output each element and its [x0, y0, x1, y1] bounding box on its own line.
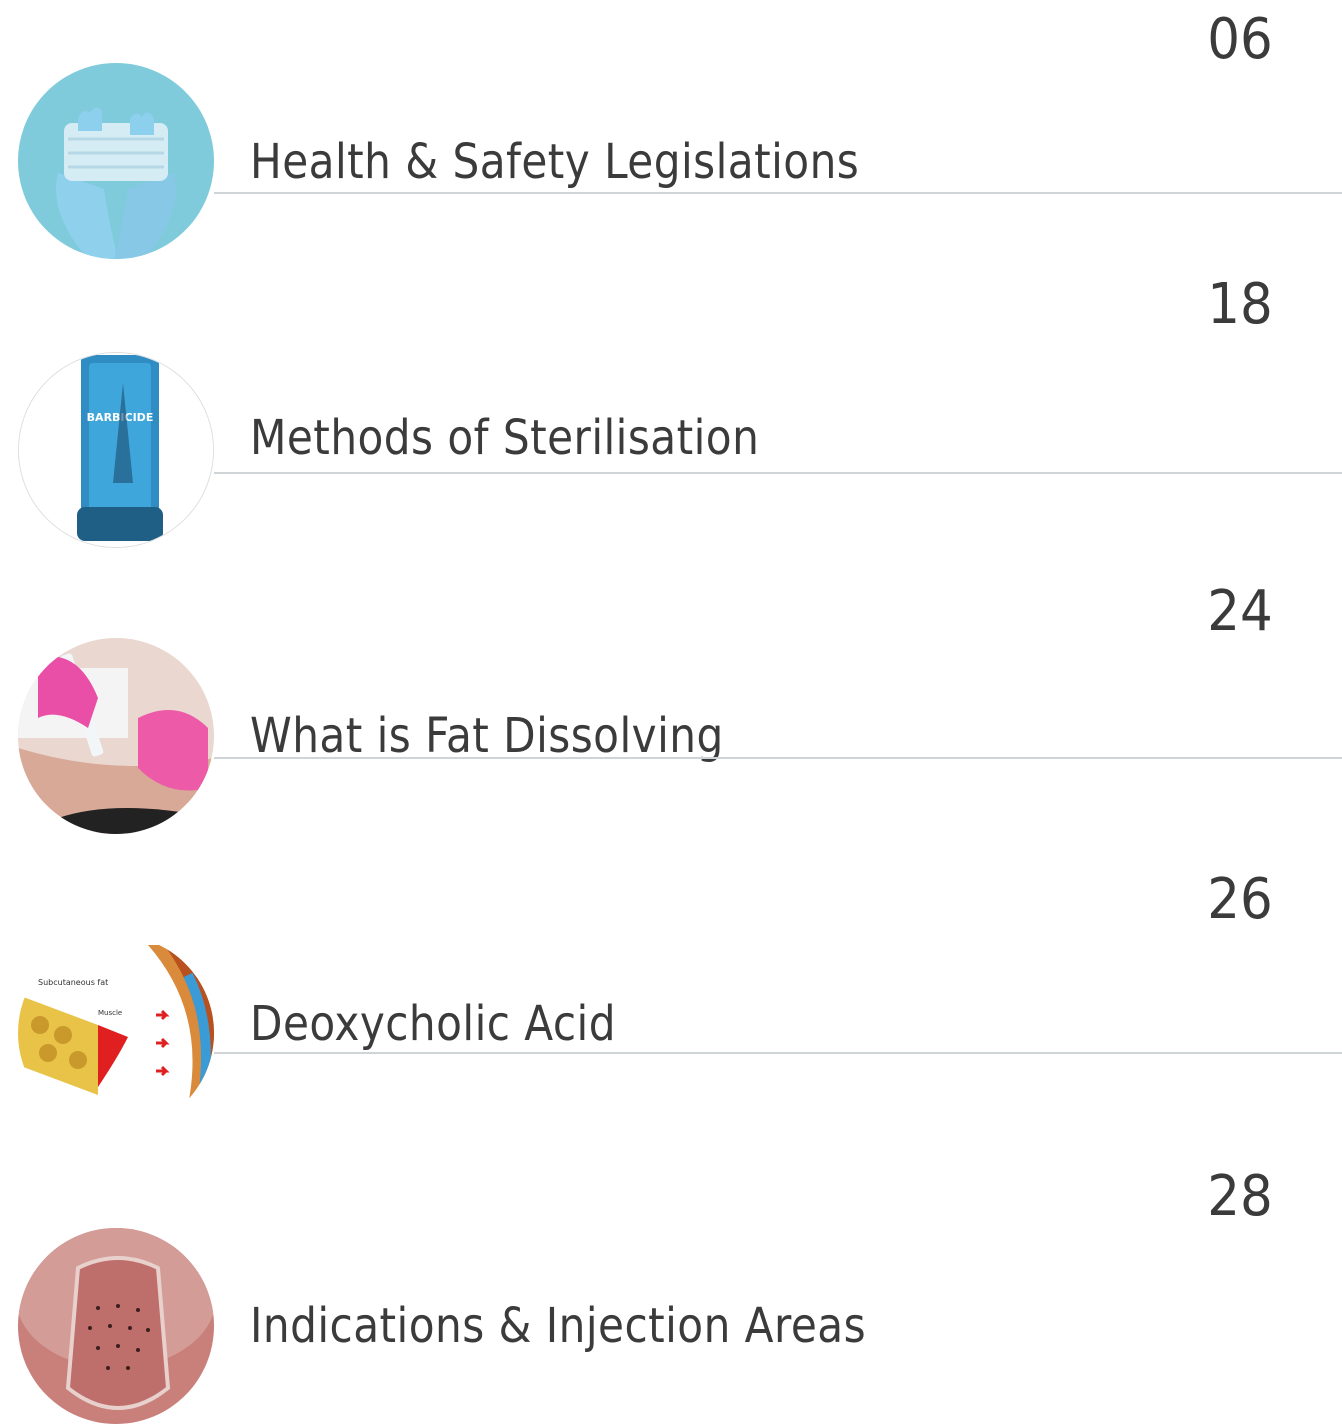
divider	[214, 757, 1342, 759]
diagram-fat-label: Subcutaneous fat	[38, 978, 108, 987]
syringe-injection-image	[18, 638, 214, 834]
entry-title: Deoxycholic Acid	[250, 996, 616, 1052]
diagram-muscle-label: Muscle	[98, 1009, 122, 1017]
page-number: 18	[1207, 272, 1273, 337]
toc-entry-indications[interactable]: 28 Indications & Injection Areas	[0, 0, 1342, 1424]
barbicide-jar-image: BARBICIDE	[18, 352, 214, 548]
entry-title: Methods of Sterilisation	[250, 410, 760, 466]
chin-injection-image	[18, 1228, 214, 1424]
page-number: 24	[1207, 579, 1273, 644]
fat-diagram-image: Subcutaneous fat Muscle	[18, 935, 214, 1131]
divider	[214, 472, 1342, 474]
divider	[214, 1052, 1342, 1054]
entry-title: What is Fat Dissolving	[250, 708, 724, 764]
page-number: 28	[1207, 1164, 1273, 1229]
entry-title: Indications & Injection Areas	[250, 1298, 867, 1354]
page-number: 26	[1207, 867, 1273, 932]
